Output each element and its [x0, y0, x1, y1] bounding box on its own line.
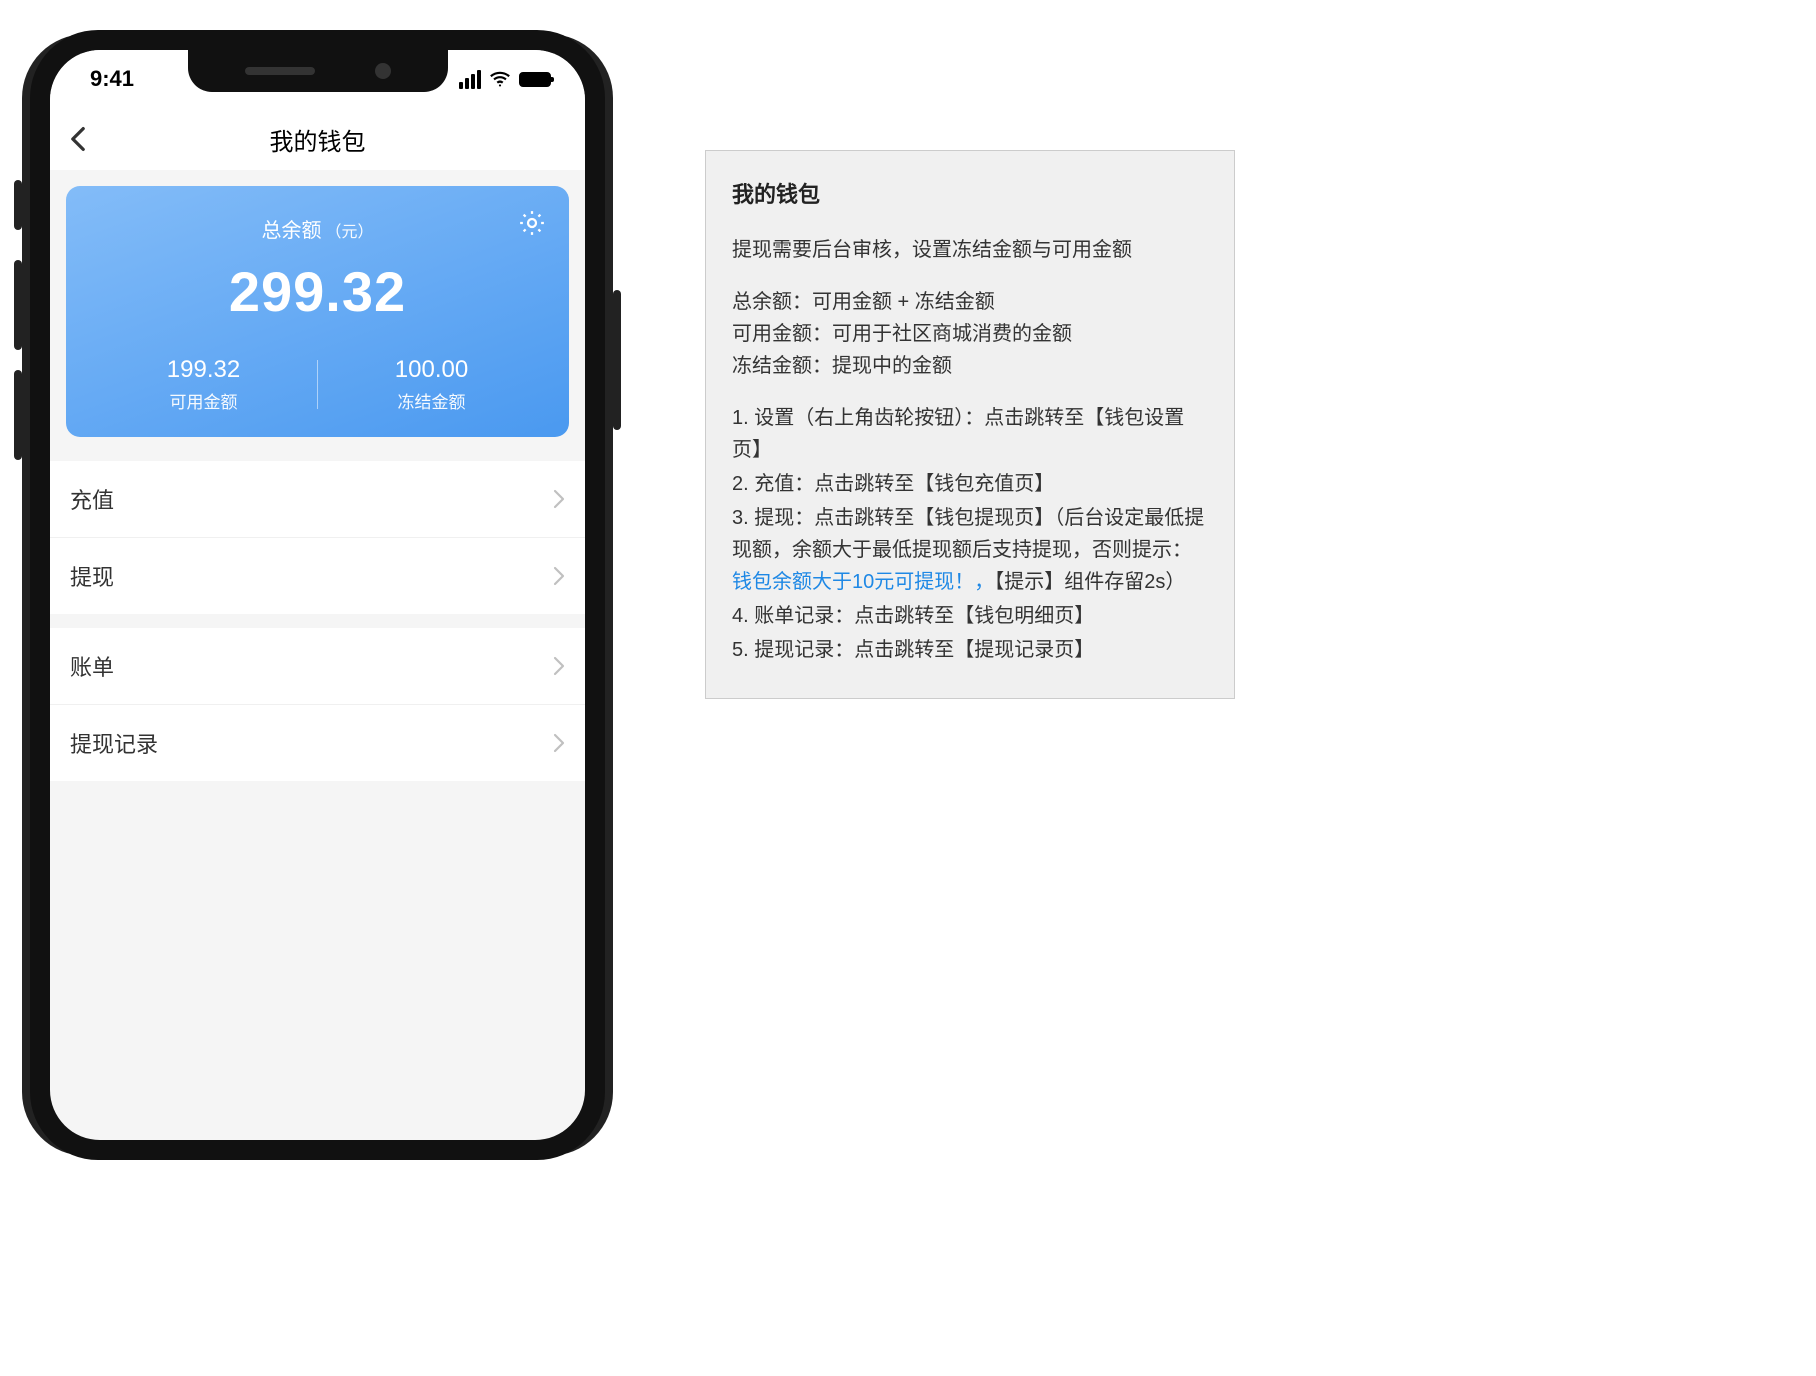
menu-item-withdraw-records[interactable]: 提现记录	[50, 704, 585, 781]
available-label: 可用金额	[90, 388, 317, 413]
phone-notch	[188, 50, 448, 92]
notes-intro: 提现需要后台审核，设置冻结金额与可用金额	[732, 234, 1208, 266]
menu-section: 充值 提现 账单 提现记录	[50, 461, 585, 781]
menu-group-1: 充值 提现	[50, 461, 585, 614]
menu-label: 充值	[70, 483, 114, 515]
balance-unit: （元）	[325, 218, 373, 242]
notes-hint-link: 钱包余额大于10元可提现！，	[732, 571, 994, 593]
wifi-icon	[489, 68, 511, 90]
notes-def-available: 可用金额：可用于社区商城消费的金额	[732, 318, 1208, 350]
chevron-right-icon	[553, 489, 565, 509]
content-area: 总余额 （元） 299.32 199.32 可用金额	[50, 170, 585, 781]
phone-volume-up	[14, 260, 22, 350]
balance-total-amount: 299.32	[90, 259, 545, 324]
menu-item-bills[interactable]: 账单	[50, 628, 585, 704]
notes-def-total: 总余额：可用金额 + 冻结金额	[732, 286, 1208, 318]
notes-item-4: 4. 账单记录：点击跳转至【钱包明细页】	[732, 600, 1208, 632]
balance-total-label: 总余额	[261, 214, 321, 243]
battery-icon	[519, 72, 551, 87]
menu-item-recharge[interactable]: 充值	[50, 461, 585, 537]
gear-icon	[517, 208, 547, 238]
status-time: 9:41	[90, 66, 134, 92]
frozen-amount: 100.00	[318, 356, 545, 384]
phone-volume-down	[14, 370, 22, 460]
cellular-signal-icon	[459, 70, 481, 89]
frozen-label: 冻结金额	[318, 388, 545, 413]
notes-def-frozen: 冻结金额：提现中的金额	[732, 350, 1208, 382]
status-icons	[459, 68, 551, 90]
chevron-right-icon	[553, 566, 565, 586]
phone-screen: 9:41 我的钱包 总余额 （元）	[50, 50, 585, 1140]
page-title: 我的钱包	[270, 122, 366, 157]
notes-item-3: 3. 提现：点击跳转至【钱包提现页】（后台设定最低提现额，余额大于最低提现额后支…	[732, 502, 1208, 598]
notes-panel: 我的钱包 提现需要后台审核，设置冻结金额与可用金额 总余额：可用金额 + 冻结金…	[705, 150, 1235, 699]
menu-group-2: 账单 提现记录	[50, 628, 585, 781]
phone-frame: 9:41 我的钱包 总余额 （元）	[30, 30, 605, 1160]
notch-camera	[375, 63, 391, 79]
phone-silence-switch	[14, 180, 22, 230]
settings-button[interactable]	[517, 208, 547, 243]
chevron-right-icon	[553, 733, 565, 753]
balance-split: 199.32 可用金额 100.00 冻结金额	[90, 356, 545, 413]
chevron-left-icon	[70, 126, 86, 152]
notes-item-5: 5. 提现记录：点击跳转至【提现记录页】	[732, 634, 1208, 666]
notes-item-2: 2. 充值：点击跳转至【钱包充值页】	[732, 468, 1208, 500]
back-button[interactable]	[70, 126, 100, 152]
frozen-balance: 100.00 冻结金额	[318, 356, 545, 413]
nav-bar: 我的钱包	[50, 108, 585, 170]
available-amount: 199.32	[90, 356, 317, 384]
notes-item-1: 1. 设置（右上角齿轮按钮）：点击跳转至【钱包设置页】	[732, 402, 1208, 466]
menu-label: 提现	[70, 560, 114, 592]
menu-label: 提现记录	[70, 727, 158, 759]
notch-speaker	[245, 67, 315, 75]
notes-title: 我的钱包	[732, 177, 1208, 212]
notes-instructions: 1. 设置（右上角齿轮按钮）：点击跳转至【钱包设置页】 2. 充值：点击跳转至【…	[732, 402, 1208, 666]
balance-header: 总余额 （元）	[90, 214, 545, 243]
notes-definitions: 总余额：可用金额 + 冻结金额 可用金额：可用于社区商城消费的金额 冻结金额：提…	[732, 286, 1208, 382]
available-balance: 199.32 可用金额	[90, 356, 317, 413]
phone-power-button	[613, 290, 621, 430]
balance-card: 总余额 （元） 299.32 199.32 可用金额	[66, 186, 569, 437]
menu-item-withdraw[interactable]: 提现	[50, 537, 585, 614]
chevron-right-icon	[553, 656, 565, 676]
menu-label: 账单	[70, 650, 114, 682]
